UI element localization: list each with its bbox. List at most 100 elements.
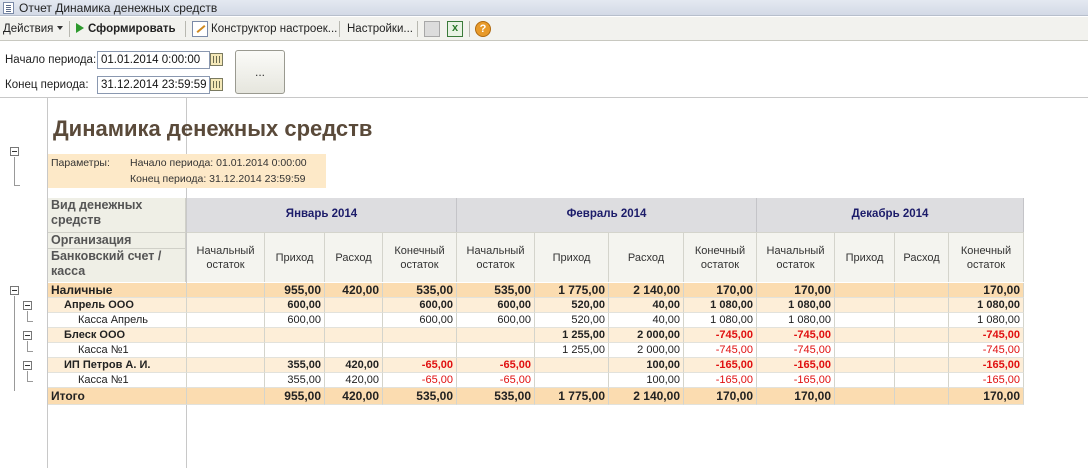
table-cell[interactable]: -165,00 (757, 373, 835, 388)
table-cell[interactable] (187, 313, 265, 328)
table-cell[interactable]: 1 080,00 (684, 313, 757, 328)
table-cell[interactable] (835, 328, 895, 343)
table-cell[interactable] (835, 388, 895, 405)
period-end-field[interactable]: 31.12.2014 23:59:59 (97, 76, 210, 94)
period-start-field[interactable]: 01.01.2014 0:00:00 (97, 51, 210, 69)
table-cell[interactable]: 170,00 (757, 283, 835, 298)
collapse-icon[interactable] (10, 286, 19, 295)
table-cell[interactable]: 535,00 (383, 283, 457, 298)
table-cell[interactable]: 1 255,00 (535, 343, 609, 358)
table-cell[interactable]: 420,00 (325, 388, 383, 405)
table-cell[interactable]: 170,00 (949, 388, 1024, 405)
table-cell[interactable]: 535,00 (457, 388, 535, 405)
table-cell[interactable] (835, 373, 895, 388)
table-cell[interactable]: -165,00 (949, 358, 1024, 373)
table-cell[interactable] (383, 328, 457, 343)
table-cell[interactable] (895, 343, 949, 358)
table-cell[interactable] (835, 298, 895, 313)
actions-menu[interactable]: Действия (3, 20, 64, 38)
table-cell[interactable] (895, 283, 949, 298)
table-cell[interactable]: -65,00 (383, 373, 457, 388)
table-cell[interactable] (895, 313, 949, 328)
table-cell[interactable]: 420,00 (325, 283, 383, 298)
table-cell[interactable]: 40,00 (609, 313, 684, 328)
table-cell[interactable] (895, 388, 949, 405)
row-label[interactable]: Наличные (48, 283, 187, 298)
table-cell[interactable] (187, 373, 265, 388)
table-cell[interactable] (835, 313, 895, 328)
report-spreadsheet[interactable]: Динамика денежных средств Параметры: Нач… (0, 97, 1088, 468)
table-cell[interactable]: 40,00 (609, 298, 684, 313)
collapse-icon[interactable] (23, 301, 32, 310)
table-cell[interactable]: 2 000,00 (609, 343, 684, 358)
table-cell[interactable] (265, 328, 325, 343)
table-cell[interactable]: 170,00 (949, 283, 1024, 298)
table-cell[interactable]: -165,00 (757, 358, 835, 373)
table-cell[interactable]: 1 080,00 (949, 298, 1024, 313)
period-select-button[interactable]: ... (235, 50, 285, 94)
table-cell[interactable]: 355,00 (265, 373, 325, 388)
table-cell[interactable]: -165,00 (949, 373, 1024, 388)
table-cell[interactable] (187, 343, 265, 358)
table-cell[interactable]: 600,00 (457, 313, 535, 328)
table-cell[interactable] (895, 358, 949, 373)
table-cell[interactable]: 600,00 (457, 298, 535, 313)
table-cell[interactable]: 520,00 (535, 313, 609, 328)
table-cell[interactable]: -165,00 (684, 358, 757, 373)
table-cell[interactable] (895, 328, 949, 343)
table-cell[interactable]: 600,00 (383, 298, 457, 313)
table-cell[interactable]: 170,00 (757, 388, 835, 405)
table-cell[interactable]: 2 140,00 (609, 388, 684, 405)
table-cell[interactable]: 2 000,00 (609, 328, 684, 343)
table-cell[interactable]: -745,00 (757, 343, 835, 358)
table-cell[interactable]: -65,00 (457, 373, 535, 388)
table-cell[interactable] (325, 343, 383, 358)
table-cell[interactable] (535, 358, 609, 373)
row-label[interactable]: Итого (48, 388, 187, 405)
collapse-icon[interactable] (23, 331, 32, 340)
table-cell[interactable] (187, 298, 265, 313)
row-label[interactable]: ИП Петров А. И. (48, 358, 187, 373)
calendar-icon[interactable] (210, 78, 223, 91)
table-cell[interactable]: 1 080,00 (949, 313, 1024, 328)
table-cell[interactable]: 420,00 (325, 373, 383, 388)
table-cell[interactable]: 1 775,00 (535, 388, 609, 405)
help-icon[interactable]: ? (475, 21, 491, 37)
table-cell[interactable]: 355,00 (265, 358, 325, 373)
table-cell[interactable]: 100,00 (609, 373, 684, 388)
row-label[interactable]: Касса №1 (48, 373, 187, 388)
collapse-icon[interactable] (23, 361, 32, 370)
save-variant-icon[interactable] (424, 21, 440, 37)
row-label[interactable]: Касса Апрель (48, 313, 187, 328)
table-cell[interactable] (457, 328, 535, 343)
table-cell[interactable]: 2 140,00 (609, 283, 684, 298)
table-cell[interactable]: 170,00 (684, 283, 757, 298)
collapse-icon[interactable] (10, 147, 19, 156)
table-cell[interactable] (895, 298, 949, 313)
table-cell[interactable]: 600,00 (383, 313, 457, 328)
generate-button[interactable]: Сформировать (76, 20, 176, 38)
table-cell[interactable]: -745,00 (949, 343, 1024, 358)
table-cell[interactable] (383, 343, 457, 358)
table-cell[interactable]: 520,00 (535, 298, 609, 313)
row-label[interactable]: Апрель ООО (48, 298, 187, 313)
table-cell[interactable]: -65,00 (457, 358, 535, 373)
table-cell[interactable] (835, 283, 895, 298)
table-cell[interactable]: 1 775,00 (535, 283, 609, 298)
table-cell[interactable]: -745,00 (684, 343, 757, 358)
table-cell[interactable] (325, 298, 383, 313)
table-cell[interactable] (187, 283, 265, 298)
table-cell[interactable]: -745,00 (757, 328, 835, 343)
table-cell[interactable]: -65,00 (383, 358, 457, 373)
table-cell[interactable]: 170,00 (684, 388, 757, 405)
table-cell[interactable] (895, 373, 949, 388)
settings-button[interactable]: Настройки... (347, 20, 413, 38)
table-cell[interactable]: 1 255,00 (535, 328, 609, 343)
table-cell[interactable] (457, 343, 535, 358)
table-cell[interactable]: 1 080,00 (684, 298, 757, 313)
table-cell[interactable]: 955,00 (265, 388, 325, 405)
table-cell[interactable]: -745,00 (949, 328, 1024, 343)
table-cell[interactable] (835, 358, 895, 373)
table-cell[interactable] (835, 343, 895, 358)
table-cell[interactable]: 1 080,00 (757, 313, 835, 328)
